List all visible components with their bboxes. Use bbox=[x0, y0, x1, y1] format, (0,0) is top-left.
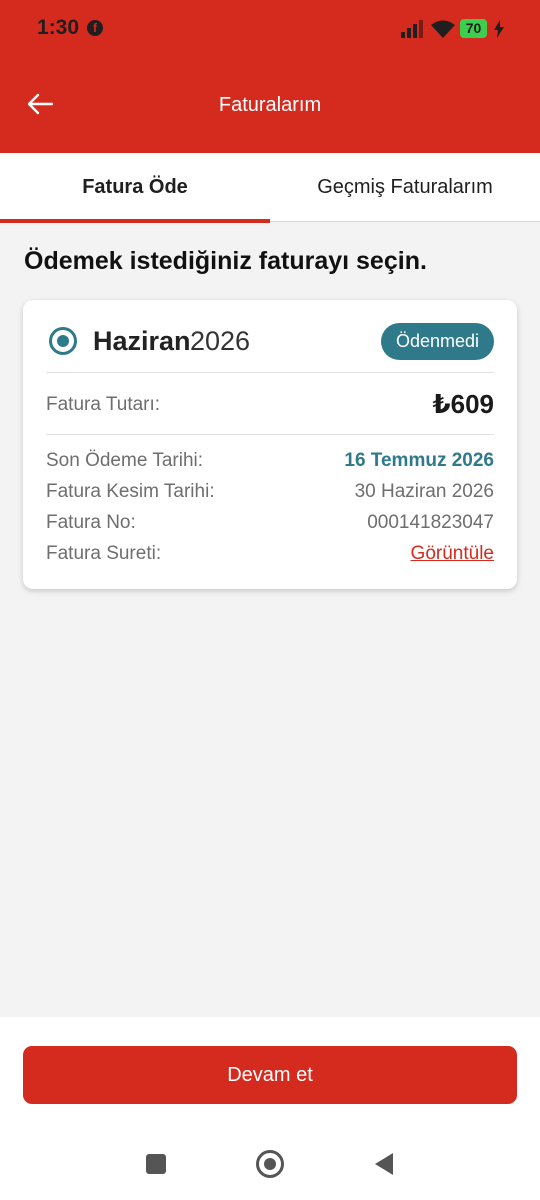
bill-copy-label: Fatura Sureti: bbox=[46, 543, 162, 564]
page-title: Faturalarım bbox=[218, 94, 322, 116]
tab-past-bills[interactable]: Geçmiş Faturalarım bbox=[270, 153, 540, 222]
divider bbox=[46, 434, 494, 435]
status-badge: Ödenmedi bbox=[380, 323, 494, 360]
tab-bar: Fatura Öde Geçmiş Faturalarım bbox=[0, 153, 540, 223]
section-heading: Ödemek istediğiniz faturayı seçin. bbox=[24, 247, 427, 275]
bill-month: Haziran bbox=[93, 326, 191, 356]
nav-back-icon[interactable] bbox=[373, 1152, 395, 1176]
status-bar: 1:30 f 70 bbox=[0, 0, 540, 60]
divider bbox=[46, 372, 494, 373]
amount-value: ₺609 bbox=[432, 389, 494, 419]
amount-label: Fatura Tutarı: bbox=[46, 394, 161, 415]
home-icon-dot bbox=[264, 1158, 276, 1170]
continue-button[interactable]: Devam et bbox=[23, 1046, 517, 1104]
bill-card[interactable]: Haziran 2026 Ödenmedi Fatura Tutarı: ₺60… bbox=[23, 300, 517, 589]
due-date-value: 16 Temmuz 2026 bbox=[344, 450, 494, 471]
issue-date-value: 30 Haziran 2026 bbox=[354, 481, 494, 502]
battery-icon: 70 bbox=[460, 19, 487, 38]
bill-year: 2026 bbox=[190, 326, 251, 356]
bill-radio-button[interactable] bbox=[49, 327, 77, 355]
home-icon[interactable] bbox=[256, 1150, 284, 1178]
issue-date-label: Fatura Kesim Tarihi: bbox=[46, 481, 215, 502]
status-time: 1:30 bbox=[37, 16, 80, 39]
charging-icon bbox=[494, 20, 504, 38]
view-bill-link[interactable]: Görüntüle bbox=[411, 543, 494, 565]
bill-number-label: Fatura No: bbox=[46, 512, 136, 533]
signal-icon bbox=[401, 20, 423, 38]
active-tab-indicator bbox=[0, 219, 270, 223]
due-date-label: Son Ödeme Tarihi: bbox=[46, 450, 204, 471]
recent-apps-icon[interactable] bbox=[146, 1154, 166, 1174]
tab-pay-bill[interactable]: Fatura Öde bbox=[0, 153, 270, 222]
app-header: 1:30 f 70 Faturalarım bbox=[0, 0, 540, 153]
radio-selected-dot bbox=[57, 335, 69, 347]
wifi-icon bbox=[431, 20, 455, 38]
bottom-panel: Devam et bbox=[0, 1017, 540, 1200]
bill-number-value: 000141823047 bbox=[367, 512, 494, 533]
facebook-notification-icon: f bbox=[87, 20, 103, 36]
